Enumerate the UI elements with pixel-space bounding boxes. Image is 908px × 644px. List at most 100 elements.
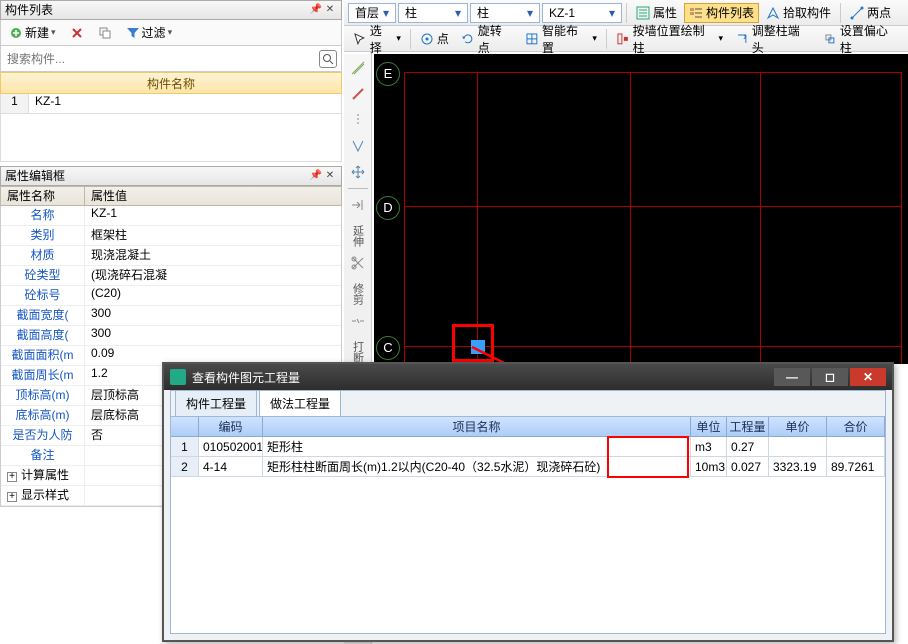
close-icon[interactable]: ✕ bbox=[323, 3, 337, 17]
extend-tool[interactable] bbox=[348, 195, 368, 215]
component-list-title: 构件列表 bbox=[5, 1, 53, 19]
col-code: 编码 bbox=[199, 417, 263, 436]
pin-icon[interactable]: 📌 bbox=[309, 169, 323, 183]
property-row[interactable]: 砼类型(现浇碎石混凝 bbox=[1, 266, 341, 286]
select-button[interactable]: 选择 ▾ bbox=[348, 29, 406, 49]
grid-line bbox=[404, 72, 902, 73]
tab-component-qty[interactable]: 构件工程量 bbox=[175, 390, 257, 416]
highlight-box bbox=[607, 436, 689, 478]
list-empty-area bbox=[0, 114, 342, 162]
separator bbox=[606, 29, 607, 49]
prop-value[interactable]: 300 bbox=[85, 326, 341, 345]
axis-label-d: D bbox=[376, 196, 400, 220]
properties-icon bbox=[636, 6, 650, 20]
copy-button[interactable] bbox=[94, 23, 116, 43]
property-row[interactable]: 截面高度(300 bbox=[1, 326, 341, 346]
list-item-name: KZ-1 bbox=[29, 94, 341, 113]
point-button[interactable]: 点 bbox=[415, 29, 454, 49]
prop-value[interactable]: 框架柱 bbox=[85, 226, 341, 245]
col-total: 合价 bbox=[827, 417, 885, 436]
minimize-button[interactable]: — bbox=[774, 368, 810, 386]
pick-component-button[interactable]: 拾取构件 bbox=[761, 3, 836, 23]
list-item[interactable]: 1 KZ-1 bbox=[0, 94, 342, 114]
filter-button[interactable]: 过滤 ▾ bbox=[122, 23, 177, 43]
property-row[interactable]: 砼标号(C20) bbox=[1, 286, 341, 306]
smart-layout-button-label: 智能布置 bbox=[542, 22, 589, 56]
category-combo[interactable]: 柱▾ bbox=[398, 3, 468, 23]
close-icon[interactable]: ✕ bbox=[323, 169, 337, 183]
grid-line bbox=[404, 72, 405, 364]
cell-total bbox=[827, 437, 885, 456]
offset-button-label: 设置偏心柱 bbox=[840, 22, 899, 56]
separator bbox=[348, 188, 368, 189]
prop-value[interactable]: (现浇碎石混凝 bbox=[85, 266, 341, 285]
trim-tool[interactable] bbox=[348, 253, 368, 273]
cell-num: 1 bbox=[171, 437, 199, 456]
toolbar-row-2: 选择 ▾ 点 旋转点 智能布置 ▾ 按墙位置绘制柱 ▾ 调整柱端头 bbox=[344, 26, 908, 52]
two-point-button-label: 两点 bbox=[867, 4, 891, 21]
smart-layout-button[interactable]: 智能布置 ▾ bbox=[520, 29, 602, 49]
property-row[interactable]: 名称KZ-1 bbox=[1, 206, 341, 226]
search-input[interactable] bbox=[5, 49, 319, 69]
drawing-canvas[interactable]: E D C bbox=[374, 54, 908, 364]
table-row[interactable]: 24-14矩形柱柱断面周长(m)1.2以内(C20-40（32.5水泥）现浇碎石… bbox=[171, 457, 885, 477]
prop-key: 截面面积(m bbox=[1, 346, 85, 365]
move-icon[interactable] bbox=[348, 162, 368, 182]
tab-method-qty[interactable]: 做法工程量 bbox=[259, 390, 341, 416]
wall-column-button-label: 按墙位置绘制柱 bbox=[633, 22, 716, 56]
floor-combo[interactable]: 首层▾ bbox=[348, 3, 396, 23]
component-list-button-label: 构件列表 bbox=[706, 4, 754, 21]
offset-button[interactable]: 设置偏心柱 bbox=[818, 29, 904, 49]
property-row[interactable]: 类别框架柱 bbox=[1, 226, 341, 246]
adjust-icon bbox=[735, 32, 749, 46]
tool-icon[interactable] bbox=[348, 58, 368, 78]
table-row[interactable]: 1010502001矩形柱m30.27 bbox=[171, 437, 885, 457]
maximize-button[interactable]: ◻ bbox=[812, 368, 848, 386]
component-combo[interactable]: KZ-1▾ bbox=[542, 3, 622, 23]
cursor-icon bbox=[353, 32, 367, 46]
cell-qty: 0.027 bbox=[727, 457, 769, 476]
extend-label: 延伸 bbox=[350, 225, 366, 247]
rotate-point-button[interactable]: 旋转点 bbox=[456, 29, 518, 49]
chevron-down-icon: ▾ bbox=[592, 33, 597, 44]
tool-icon[interactable] bbox=[348, 110, 368, 130]
list-icon bbox=[689, 6, 703, 20]
highlight-box bbox=[452, 324, 494, 362]
wall-column-button[interactable]: 按墙位置绘制柱 ▾ bbox=[611, 29, 728, 49]
prop-value[interactable]: KZ-1 bbox=[85, 206, 341, 225]
grid-line bbox=[630, 72, 631, 364]
break-tool[interactable] bbox=[348, 311, 368, 331]
tool-icon[interactable] bbox=[348, 84, 368, 104]
prop-header-value: 属性值 bbox=[85, 187, 133, 205]
new-button[interactable]: 新建 ▾ bbox=[5, 23, 60, 43]
funnel-icon bbox=[126, 26, 140, 40]
separator bbox=[840, 3, 841, 23]
mirror-icon[interactable] bbox=[348, 136, 368, 156]
chevron-down-icon: ▾ bbox=[451, 6, 465, 20]
prop-value[interactable]: (C20) bbox=[85, 286, 341, 305]
result-window-titlebar[interactable]: 查看构件图元工程量 — ◻ ✕ bbox=[164, 364, 892, 390]
close-button[interactable]: ✕ bbox=[850, 368, 886, 386]
property-row[interactable]: 材质现浇混凝土 bbox=[1, 246, 341, 266]
expand-icon[interactable]: + bbox=[7, 492, 17, 502]
delete-button[interactable] bbox=[66, 23, 88, 43]
adjust-end-button-label: 调整柱端头 bbox=[752, 22, 811, 56]
prop-key: 顶标高(m) bbox=[1, 386, 85, 405]
expand-icon[interactable]: + bbox=[7, 472, 17, 482]
type-combo[interactable]: 柱▾ bbox=[470, 3, 540, 23]
pin-icon[interactable]: 📌 bbox=[309, 3, 323, 17]
search-icon[interactable] bbox=[319, 50, 337, 68]
list-item-index: 1 bbox=[1, 94, 29, 113]
prop-value[interactable]: 300 bbox=[85, 306, 341, 325]
prop-value[interactable]: 现浇混凝土 bbox=[85, 246, 341, 265]
expand-label: +显示样式 bbox=[1, 486, 85, 505]
category-combo-label: 柱 bbox=[405, 4, 417, 21]
cell-unit: 10m3 bbox=[691, 457, 727, 476]
property-row[interactable]: 截面宽度(300 bbox=[1, 306, 341, 326]
col-qty: 工程量 bbox=[727, 417, 769, 436]
axis-label-e: E bbox=[376, 62, 400, 86]
properties-button[interactable]: 属性 bbox=[631, 3, 682, 23]
two-point-button[interactable]: 两点 bbox=[845, 3, 896, 23]
component-list-button[interactable]: 构件列表 bbox=[684, 3, 759, 23]
adjust-end-button[interactable]: 调整柱端头 bbox=[730, 29, 816, 49]
